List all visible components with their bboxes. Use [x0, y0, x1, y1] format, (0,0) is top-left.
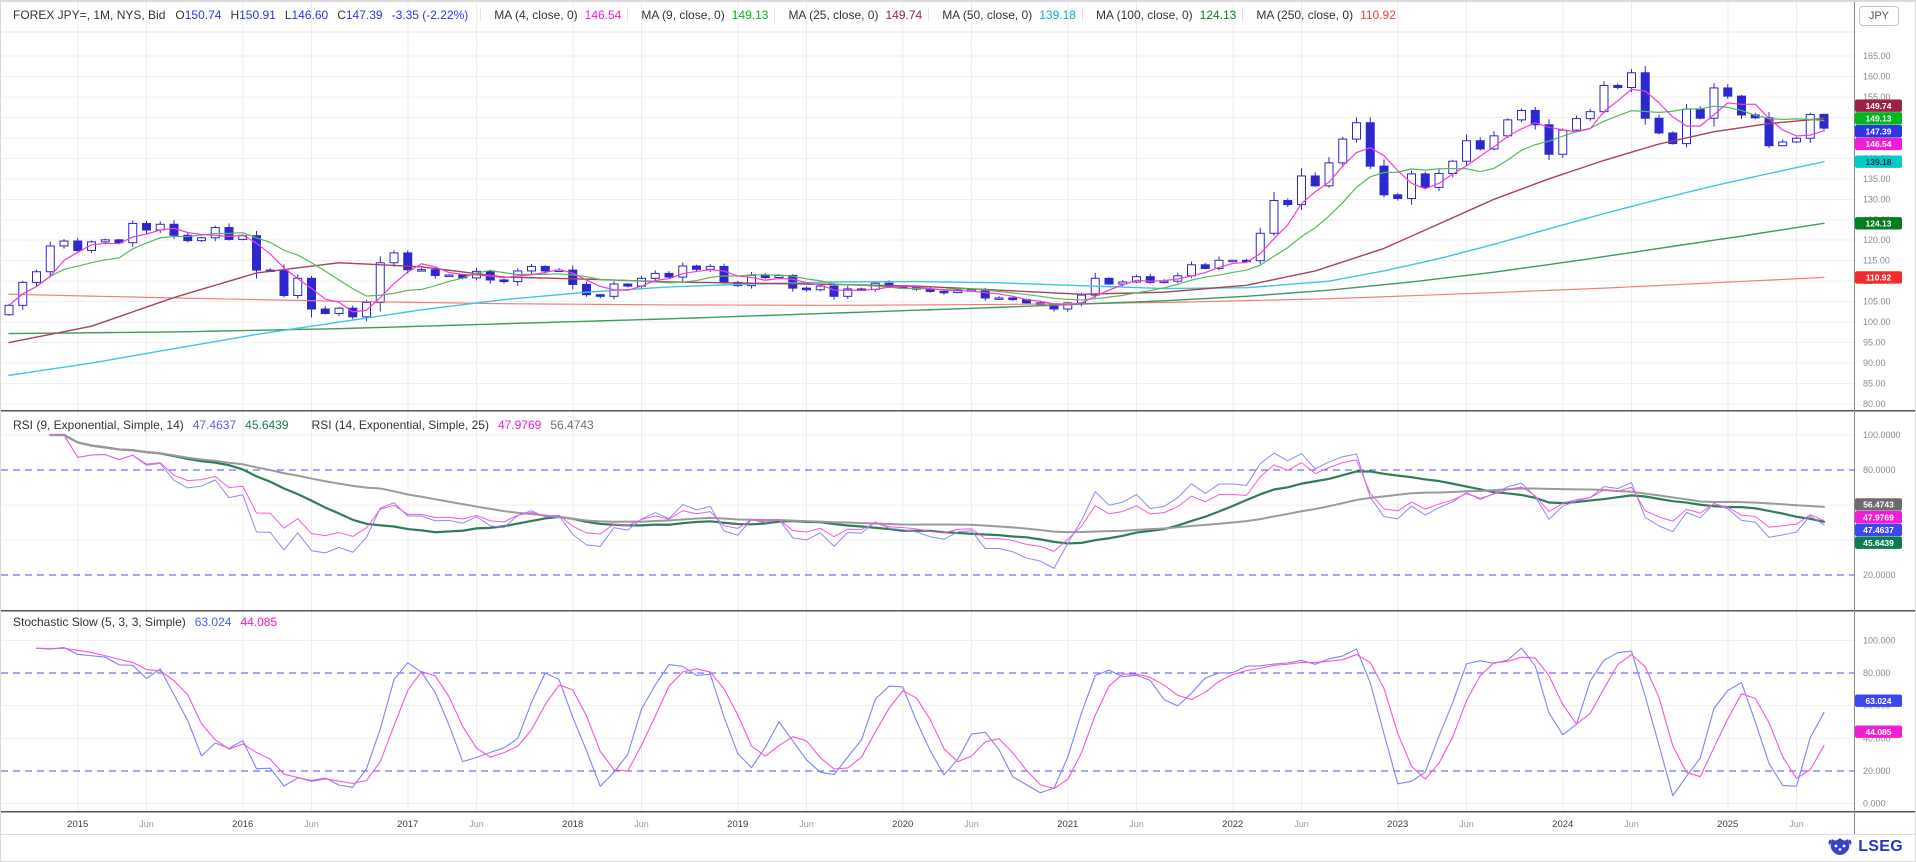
rsi-legend: RSI (9, Exponential, Simple, 14) 47.4637… [13, 418, 594, 432]
svg-text:Jun: Jun [1294, 819, 1309, 829]
svg-text:2021: 2021 [1057, 819, 1078, 830]
svg-text:100.00: 100.00 [1863, 317, 1891, 327]
stoch-v1: 63.024 [195, 615, 232, 629]
legend-ma-100: MA (100, close, 0)124.13 [1082, 8, 1236, 22]
svg-text:56.4743: 56.4743 [1863, 500, 1894, 510]
rsi-v3: 47.9769 [498, 418, 541, 432]
svg-text:80.0000: 80.0000 [1863, 465, 1896, 475]
svg-text:63.024: 63.024 [1866, 696, 1892, 706]
candles-layer [5, 66, 1828, 321]
instrument-title: FOREX JPY=, 1M, NYS, Bid [13, 8, 165, 22]
svg-text:Jun: Jun [964, 819, 979, 829]
svg-text:45.6439: 45.6439 [1863, 538, 1894, 548]
svg-text:139.18: 139.18 [1866, 157, 1892, 167]
svg-text:Jun: Jun [1624, 819, 1639, 829]
legend-ma-9: MA (9, close, 0)149.13 [627, 8, 768, 22]
svg-text:2015: 2015 [67, 819, 88, 830]
svg-text:2025: 2025 [1717, 819, 1738, 830]
svg-text:105.00: 105.00 [1863, 297, 1891, 307]
rsi-v4: 56.4743 [550, 418, 593, 432]
svg-text:2022: 2022 [1222, 819, 1243, 830]
svg-text:95.00: 95.00 [1863, 338, 1886, 348]
svg-text:135.00: 135.00 [1863, 174, 1891, 184]
lseg-crest-icon [1827, 836, 1853, 858]
svg-text:147.39: 147.39 [1866, 126, 1892, 136]
svg-text:165.00: 165.00 [1863, 51, 1891, 61]
svg-text:124.13: 124.13 [1866, 219, 1892, 229]
rsi14-title: RSI (14, Exponential, Simple, 25) [312, 418, 489, 432]
lseg-wordmark: LSEG [1858, 838, 1903, 856]
ohlc-high: H150.91 [230, 8, 275, 22]
svg-text:115.00: 115.00 [1863, 256, 1890, 266]
svg-text:80.00: 80.00 [1863, 399, 1886, 409]
svg-text:47.9769: 47.9769 [1863, 512, 1894, 522]
svg-text:2017: 2017 [397, 819, 418, 830]
svg-text:Jun: Jun [139, 819, 154, 829]
ohlc-open: O150.74 [175, 8, 221, 22]
svg-text:47.4637: 47.4637 [1863, 525, 1894, 535]
svg-text:110.92: 110.92 [1866, 273, 1892, 283]
stochastic-layer [37, 648, 1825, 796]
price-badges: 56.4743 47.9769 47.4637 45.6439 [1855, 498, 1902, 549]
svg-text:100.0000: 100.0000 [1863, 430, 1901, 440]
currency-axis-button[interactable]: JPY [1859, 6, 1899, 26]
svg-text:149.74: 149.74 [1866, 101, 1892, 111]
svg-text:Jun: Jun [304, 819, 319, 829]
stoch-title: Stochastic Slow (5, 3, 3, Simple) [13, 615, 186, 629]
svg-text:90.00: 90.00 [1863, 358, 1886, 368]
rsi-v1: 47.4637 [193, 418, 236, 432]
svg-text:0.000: 0.000 [1863, 799, 1886, 809]
stoch-v2: 44.085 [240, 615, 277, 629]
rsi-v2: 45.6439 [245, 418, 288, 432]
main-legend: FOREX JPY=, 1M, NYS, Bid O150.74 H150.91… [13, 8, 1396, 22]
legend-ma-250: MA (250, close, 0)110.92 [1242, 8, 1396, 22]
svg-text:85.00: 85.00 [1863, 379, 1886, 389]
svg-text:130.00: 130.00 [1863, 194, 1891, 204]
stochastic-legend: Stochastic Slow (5, 3, 3, Simple) 63.024… [13, 615, 277, 629]
svg-text:2016: 2016 [232, 819, 253, 830]
rsi9-title: RSI (9, Exponential, Simple, 14) [13, 418, 184, 432]
svg-text:2024: 2024 [1552, 819, 1573, 830]
x-axis-labels: 2015 Jun 2016 Jun 2017 Jun 2018 Jun 2019 Jun 2020 J… [67, 819, 1804, 830]
legend-ma-4: MA (4, close, 0)146.54 [480, 8, 621, 22]
svg-text:Jun: Jun [799, 819, 814, 829]
svg-text:Jun: Jun [1789, 819, 1804, 829]
svg-text:2019: 2019 [727, 819, 748, 830]
svg-text:Jun: Jun [1459, 819, 1474, 829]
svg-text:2020: 2020 [892, 819, 913, 830]
net-change: -3.35 (-2.22%) [392, 8, 469, 22]
svg-text:100.000: 100.000 [1863, 635, 1896, 645]
svg-text:2018: 2018 [562, 819, 583, 830]
legend-ma-25: MA (25, close, 0)149.74 [774, 8, 922, 22]
svg-text:Jun: Jun [469, 819, 484, 829]
price-badges: 63.024 44.085 [1855, 695, 1902, 738]
svg-text:Jun: Jun [1129, 819, 1144, 829]
rsi-layer [50, 435, 1824, 568]
svg-text:Jun: Jun [634, 819, 649, 829]
chart-window: 165.00160.00155.00150.00145.00140.00135.… [0, 0, 1916, 862]
svg-text:20.000: 20.000 [1863, 766, 1891, 776]
svg-text:160.00: 160.00 [1863, 71, 1891, 81]
svg-text:80.000: 80.000 [1863, 668, 1891, 678]
svg-text:20.0000: 20.0000 [1863, 570, 1896, 580]
svg-text:44.085: 44.085 [1866, 727, 1892, 737]
svg-text:149.13: 149.13 [1866, 114, 1892, 124]
ohlc-low: L146.60 [285, 8, 328, 22]
legend-ma-50: MA (50, close, 0)139.18 [928, 8, 1076, 22]
svg-text:146.54: 146.54 [1866, 139, 1892, 149]
svg-text:120.00: 120.00 [1863, 235, 1891, 245]
ohlc-close: C147.39 [337, 8, 382, 22]
svg-text:2023: 2023 [1387, 819, 1408, 830]
lseg-logo: LSEG [1827, 836, 1903, 858]
